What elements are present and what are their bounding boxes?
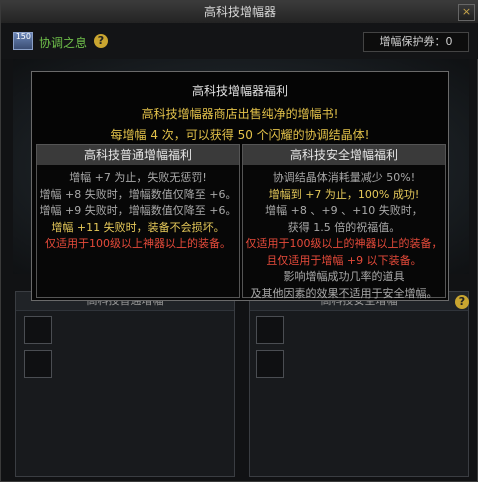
benefit-line: 增幅 +7 为止，失败无惩罚! [69,171,207,184]
benefit-line: 影响增幅成功几率的道具 [283,270,405,283]
safe-benefits-box: 高科技安全增幅福利 协调结晶体消耗量减少 50%! 增幅到 +7 为止，100%… [242,144,446,300]
amplifier-window: 高科技增幅器 × 150 协调之息 ? 增幅保护券：0 高科技普通增幅 高科技安… [0,0,478,482]
benefits-tooltip: 高科技增幅器福利 高科技增幅器商店出售纯净的增幅书! 每增幅 4 次，可以获得 … [31,71,449,301]
benefit-line: 增幅 +9 失败时，增幅数值仅降至 +6。 [39,204,237,217]
benefit-line: 获得 1.5 倍的祝福值。 [287,220,401,234]
tooltip-line-1: 高科技增幅器商店出售纯净的增幅书! [141,107,339,121]
top-bar: 150 协调之息 ? 增幅保护券：0 [1,23,478,59]
benefit-line: 仅适用于100级以上神器以上的装备。 [45,237,231,250]
benefit-line: 协调结晶体消耗量减少 50%! [272,171,416,184]
close-icon[interactable]: × [458,4,475,21]
normal-benefits-box: 高科技普通增幅福利 增幅 +7 为止，失败无惩罚! 增幅 +8 失败时，增幅数值… [36,144,240,298]
safe-amplify-panel: 高科技安全增幅 [249,291,469,477]
benefit-line: 仅适用于100级以上的神器以上的装备， [245,237,443,250]
benefit-line: 及其他因素的效果不适用于安全增幅。 [250,286,438,300]
normal-benefits-header: 高科技普通增幅福利 [37,145,239,165]
safe-benefits-header: 高科技安全增幅福利 [243,145,445,165]
material-slot[interactable] [256,350,284,378]
window-title: 高科技增幅器 [203,5,276,19]
help-icon[interactable]: ? [455,295,469,309]
item-slot[interactable] [256,316,284,344]
window-titlebar[interactable]: 高科技增幅器 × [1,1,478,24]
tooltip-line-2: 每增幅 4 次，可以获得 50 个闪耀的协调结晶体! [110,128,370,142]
benefit-line: 增幅 +8 、+9 、+10 失败时， [265,204,423,217]
benefit-line: 增幅到 +7 为止，100% 成功! [268,187,420,201]
level-badge-icon: 150 [13,32,33,50]
benefit-line: 增幅 +11 失败时，装备不会损坏。 [51,220,225,234]
protection-voucher-count: 增幅保护券：0 [363,32,469,52]
coordination-breath-label[interactable]: 协调之息 [39,34,87,51]
material-slot[interactable] [24,350,52,378]
benefit-line: 增幅 +8 失败时，增幅数值仅降至 +6。 [39,187,237,201]
tooltip-title: 高科技增幅器福利 [191,84,288,98]
item-slot[interactable] [24,316,52,344]
benefit-line: 且仅适用于增幅 +9 以下装备。 [266,253,422,267]
normal-amplify-panel: 高科技普通增幅 [15,291,235,477]
help-icon[interactable]: ? [94,34,108,48]
